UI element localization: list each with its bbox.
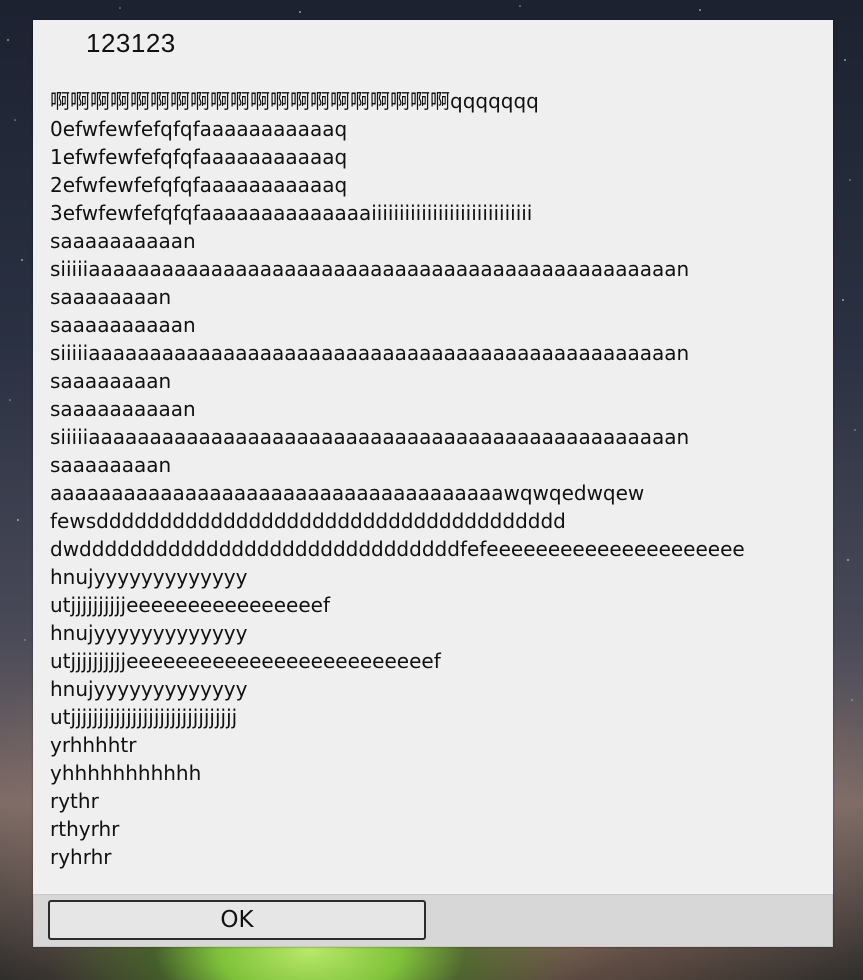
message-line: 3efwfewfefqfqfaaaaaaaaaaaaaaiiiiiiiiiiii…: [50, 201, 533, 225]
message-line: utjjjjjjjjjjeeeeeeeeeeeeeeeeeeeeeeeeef: [50, 649, 441, 673]
message-line: yrhhhhtr: [50, 733, 137, 757]
message-line: fewsdddddddddddddddddddddddddddddddddddd…: [50, 509, 566, 533]
dialog-message: 啊啊啊啊啊啊啊啊啊啊啊啊啊啊啊啊啊啊啊啊qqqqqqq 0efwfewfefqfq…: [50, 87, 828, 871]
message-line: hnujyyyyyyyyyyyyy: [50, 677, 248, 701]
dialog-footer: OK: [33, 894, 833, 947]
message-line: saaaaaaaaaan: [50, 313, 196, 337]
message-line: hnujyyyyyyyyyyyyy: [50, 565, 248, 589]
message-line: 0efwfewfefqfqfaaaaaaaaaaaq: [50, 117, 348, 141]
message-line: siiiiiaaaaaaaaaaaaaaaaaaaaaaaaaaaaaaaaaa…: [50, 425, 690, 449]
dialog-title: 123123: [86, 28, 176, 58]
message-line: utjjjjjjjjjjeeeeeeeeeeeeeeeef: [50, 593, 330, 617]
message-line: ryhrhr: [50, 845, 112, 869]
message-line: 啊啊啊啊啊啊啊啊啊啊啊啊啊啊啊啊啊啊啊啊qqqqqqq: [50, 89, 539, 113]
message-line: saaaaaaaaaan: [50, 397, 196, 421]
message-line: yhhhhhhhhhhh: [50, 761, 202, 785]
ok-button[interactable]: OK: [48, 900, 426, 940]
message-dialog: 123123 啊啊啊啊啊啊啊啊啊啊啊啊啊啊啊啊啊啊啊啊qqqqqqq 0efwfe…: [33, 20, 833, 947]
message-line: rthyrhr: [50, 817, 120, 841]
message-line: utjjjjjjjjjjjjjjjjjjjjjjjjjjjjjj: [50, 705, 238, 729]
message-line: siiiiiaaaaaaaaaaaaaaaaaaaaaaaaaaaaaaaaaa…: [50, 257, 690, 281]
message-line: 1efwfewfefqfqfaaaaaaaaaaaq: [50, 145, 348, 169]
message-line: dwddddddddddddddddddddddddddddddfefeeeee…: [50, 537, 745, 561]
message-line: rythr: [50, 789, 99, 813]
message-line: aaaaaaaaaaaaaaaaaaaaaaaaaaaaaaaaaaaaawqw…: [50, 481, 645, 505]
message-line: saaaaaaaan: [50, 369, 172, 393]
message-line: saaaaaaaaaan: [50, 229, 196, 253]
message-line: 2efwfewfefqfqfaaaaaaaaaaaq: [50, 173, 348, 197]
message-line: saaaaaaaan: [50, 453, 172, 477]
message-line: hnujyyyyyyyyyyyyy: [50, 621, 248, 645]
message-line: saaaaaaaan: [50, 285, 172, 309]
message-line: siiiiiaaaaaaaaaaaaaaaaaaaaaaaaaaaaaaaaaa…: [50, 341, 690, 365]
